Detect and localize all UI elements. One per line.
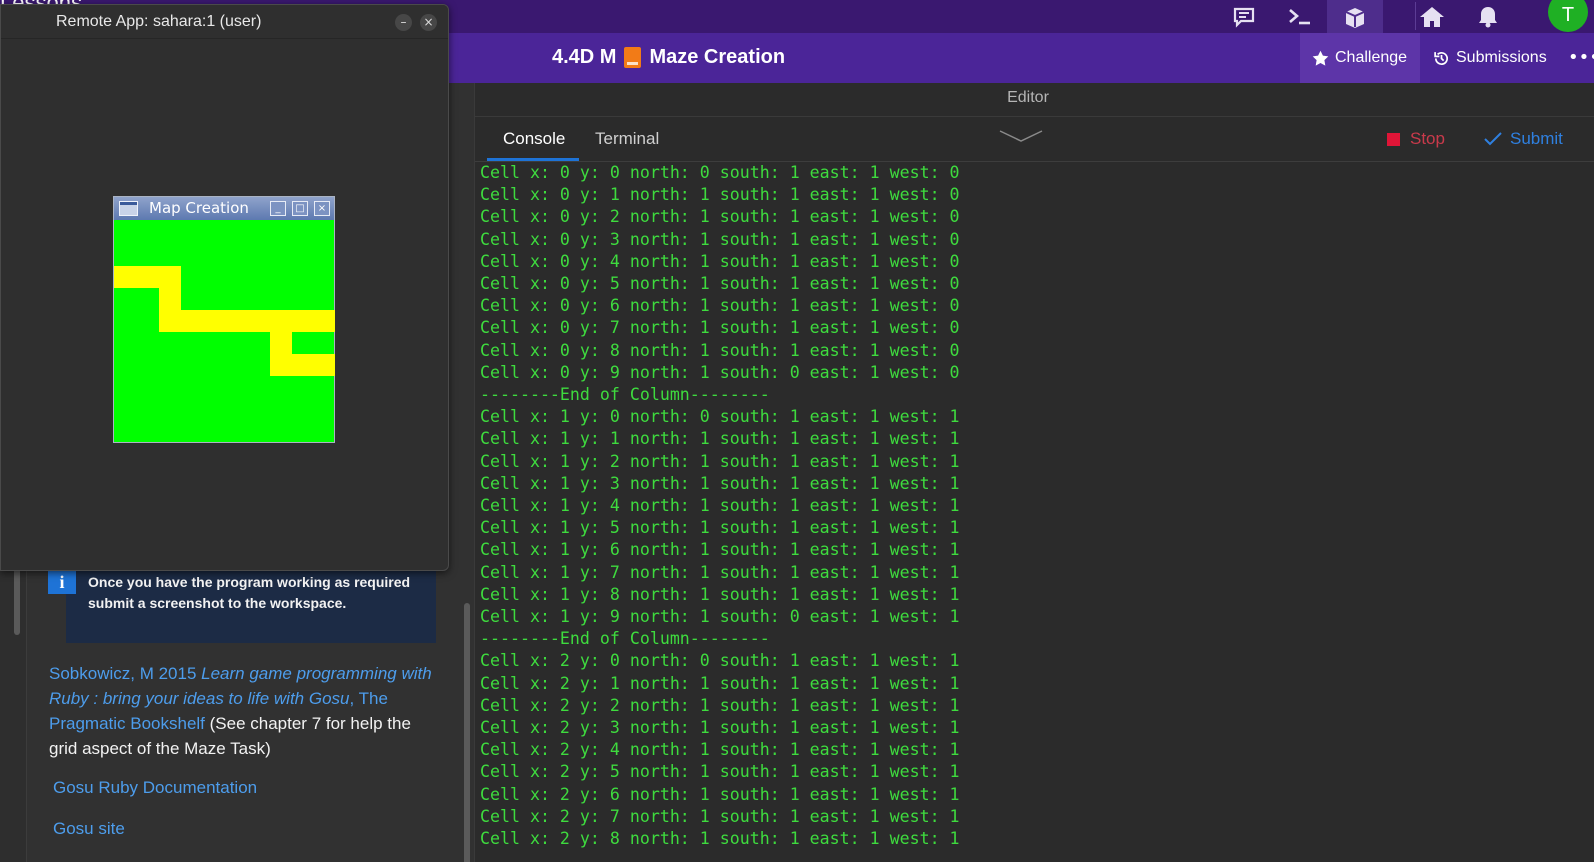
console-line: Cell x: 1 y: 2 north: 1 south: 1 east: 1… — [480, 451, 960, 471]
map-creation-window: Map Creation _ □ × — [113, 196, 335, 443]
console-line: Cell x: 0 y: 3 north: 1 south: 1 east: 1… — [480, 229, 960, 249]
submissions-label: Submissions — [1456, 49, 1547, 66]
console-line: Cell x: 0 y: 4 north: 1 south: 1 east: 1… — [480, 251, 960, 271]
console-line: Cell x: 1 y: 9 north: 1 south: 0 east: 1… — [480, 607, 960, 626]
challenge-button[interactable]: Challenge — [1300, 33, 1420, 83]
console-line: Cell x: 2 y: 3 north: 1 south: 1 east: 1… — [480, 718, 960, 737]
submissions-button[interactable]: Submissions — [1421, 33, 1571, 83]
bell-icon[interactable] — [1466, 0, 1510, 33]
stop-icon — [1387, 132, 1400, 146]
stop-button[interactable]: Stop — [1387, 129, 1445, 149]
reference-author: Sobkowicz, M 2015 — [49, 664, 202, 683]
check-icon — [1484, 132, 1502, 146]
console-line: Cell x: 1 y: 0 north: 0 south: 1 east: 1… — [480, 407, 960, 427]
console-line: Cell x: 1 y: 1 north: 1 south: 1 east: 1… — [480, 429, 960, 449]
home-icon[interactable] — [1410, 0, 1454, 33]
console-line: Cell x: 1 y: 8 north: 1 south: 1 east: 1… — [480, 584, 960, 604]
console-column-separator: --------End of Column-------- — [480, 385, 770, 404]
console-line: Cell x: 1 y: 7 north: 1 south: 1 east: 1… — [480, 562, 960, 582]
chevron-down-icon[interactable] — [998, 127, 1044, 145]
map-minimize-button[interactable]: _ — [270, 201, 286, 216]
console-line: Cell x: 1 y: 5 north: 1 south: 1 east: 1… — [480, 518, 960, 538]
console-line: Cell x: 2 y: 1 north: 1 south: 1 east: 1… — [480, 673, 960, 693]
info-callout-text: Once you have the program working as req… — [88, 574, 411, 611]
maze-canvas — [114, 220, 335, 442]
console-output[interactable]: Cell x: 0 y: 0 north: 0 south: 1 east: 1… — [475, 162, 1594, 862]
maze-path-segment — [270, 354, 335, 376]
map-close-button[interactable]: × — [314, 201, 330, 216]
course-code: 4.4D M — [552, 46, 617, 68]
lesson-book-icon[interactable] — [1327, 0, 1383, 33]
console-line: Cell x: 0 y: 8 north: 1 south: 1 east: 1… — [480, 340, 960, 360]
avatar-letter: T — [1561, 3, 1575, 26]
editor-tabs: Console Terminal Stop Submit — [475, 117, 1594, 162]
editor-header: Editor — [475, 83, 1594, 117]
tab-terminal[interactable]: Terminal — [595, 129, 659, 149]
console-line: Cell x: 1 y: 4 north: 1 south: 1 east: 1… — [480, 496, 960, 515]
map-maximize-button[interactable]: □ — [292, 201, 308, 216]
submit-label: Submit — [1510, 129, 1563, 148]
remote-app-titlebar[interactable]: Remote App: sahara:1 (user) – × — [1, 5, 448, 39]
console-line: Cell x: 0 y: 1 north: 1 south: 1 east: 1… — [480, 185, 960, 205]
lesson-outline-scrollbar[interactable] — [14, 563, 20, 635]
course-title: Maze Creation — [649, 46, 786, 68]
console-line: Cell x: 1 y: 6 north: 1 south: 1 east: 1… — [480, 540, 960, 560]
console-line: Cell x: 1 y: 3 north: 1 south: 1 east: 1… — [480, 473, 960, 493]
lesson-scrollbar[interactable] — [464, 603, 470, 862]
book-reference: Sobkowicz, M 2015 Learn game programming… — [49, 661, 441, 761]
map-window-titlebar[interactable]: Map Creation _ □ × — [114, 197, 334, 220]
book-icon — [624, 47, 642, 68]
course-title-bar: 4.4D M Maze Creation Challenge Submissio… — [449, 33, 1594, 83]
console-line: Cell x: 2 y: 5 north: 1 south: 1 east: 1… — [480, 762, 960, 782]
more-options-button[interactable]: ••• — [1568, 47, 1594, 68]
submit-button[interactable]: Submit — [1484, 129, 1563, 149]
stop-label: Stop — [1410, 129, 1445, 148]
challenge-label: Challenge — [1335, 49, 1408, 66]
remote-app-title: Remote App: sahara:1 (user) — [56, 13, 262, 30]
page: Lessons T 4.4D M Maze Creation Challenge — [0, 0, 1594, 862]
chat-icon[interactable] — [1222, 0, 1266, 33]
console-line: Cell x: 0 y: 5 north: 1 south: 1 east: 1… — [480, 274, 960, 293]
editor-title: Editor — [1007, 89, 1049, 106]
gosu-site-link[interactable]: Gosu site — [53, 819, 125, 839]
console-column-separator: --------End of Column-------- — [480, 629, 770, 649]
window-icon — [119, 201, 138, 216]
console-line: Cell x: 0 y: 9 north: 1 south: 0 east: 1… — [480, 362, 960, 382]
console-line: Cell x: 2 y: 6 north: 1 south: 1 east: 1… — [480, 784, 960, 804]
maze-path-segment — [159, 310, 335, 332]
console-line: Cell x: 0 y: 2 north: 1 south: 1 east: 1… — [480, 207, 960, 227]
terminal-icon[interactable] — [1278, 0, 1322, 33]
console-line: Cell x: 0 y: 0 north: 0 south: 1 east: 1… — [480, 163, 960, 182]
console-line: Cell x: 2 y: 2 north: 1 south: 1 east: 1… — [480, 695, 960, 715]
minimize-button[interactable]: – — [395, 14, 412, 31]
course-heading: 4.4D M Maze Creation — [552, 46, 785, 69]
console-line: Cell x: 2 y: 0 north: 0 south: 1 east: 1… — [480, 651, 960, 671]
map-window-title: Map Creation — [149, 199, 249, 217]
active-tab-indicator — [487, 158, 579, 161]
console-line: Cell x: 0 y: 7 north: 1 south: 1 east: 1… — [480, 318, 960, 338]
console-line: Cell x: 0 y: 6 north: 1 south: 1 east: 1… — [480, 296, 960, 316]
console-line: Cell x: 2 y: 4 north: 1 south: 1 east: 1… — [480, 740, 960, 760]
star-icon — [1312, 50, 1329, 66]
tab-console[interactable]: Console — [503, 129, 565, 149]
console-line: Cell x: 2 y: 8 north: 1 south: 1 east: 1… — [480, 829, 960, 848]
user-avatar[interactable]: T — [1548, 0, 1588, 32]
close-button[interactable]: × — [420, 14, 437, 31]
console-line: Cell x: 2 y: 7 north: 1 south: 1 east: 1… — [480, 806, 960, 826]
remote-app-window: Remote App: sahara:1 (user) – × Map Crea… — [0, 4, 449, 571]
history-icon — [1434, 51, 1448, 65]
gosu-ruby-documentation-link[interactable]: Gosu Ruby Documentation — [53, 778, 257, 798]
info-icon: i — [48, 570, 76, 594]
